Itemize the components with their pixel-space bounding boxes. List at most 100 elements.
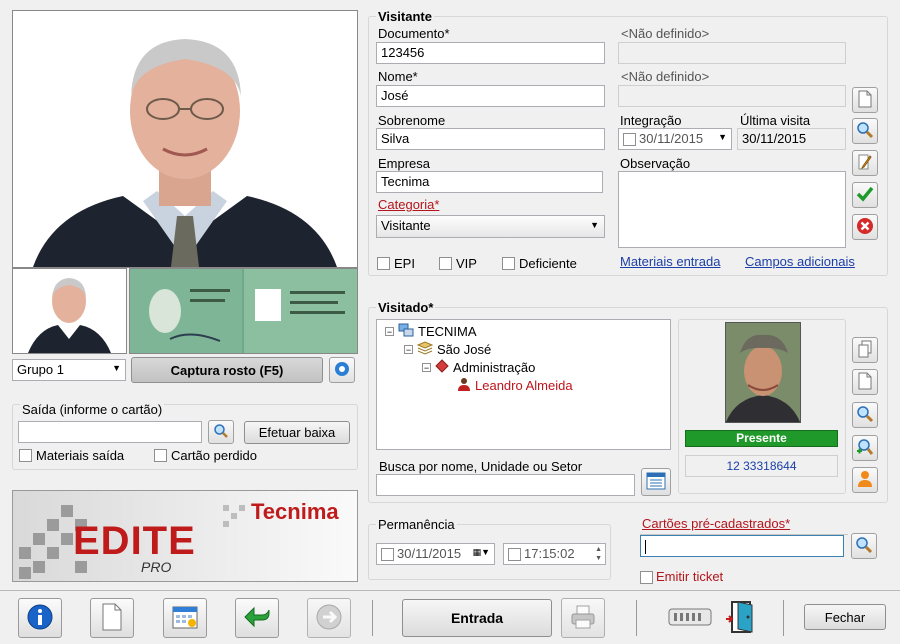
grupo-select[interactable]: Grupo 1 ▼ [12, 359, 126, 381]
nome-type-label: <Não definido> [621, 69, 710, 84]
empresa-input[interactable]: Tecnima [376, 171, 603, 193]
observacao-textarea[interactable] [618, 171, 846, 248]
tree-item-company[interactable]: − TECNIMA [385, 323, 477, 340]
saida-card-input[interactable] [18, 421, 202, 443]
forward-button[interactable] [307, 598, 351, 638]
printer-icon [569, 604, 597, 633]
forward-arrow-icon [315, 603, 343, 634]
stack-icon [416, 341, 434, 358]
permanencia-date[interactable]: 30/11/2015 ▦▼ [376, 543, 495, 565]
chevron-down-icon: ▼ [112, 363, 121, 373]
copy-icon [857, 340, 873, 361]
search-add-visitado-button[interactable] [852, 435, 878, 461]
return-arrow-icon [242, 604, 272, 633]
busca-list-button[interactable] [641, 468, 671, 496]
tree-item-sector[interactable]: − Administração [422, 359, 535, 376]
permanencia-time[interactable]: 17:15:02 ▲ ▼ [503, 543, 606, 565]
visitado-title: Visitado* [376, 300, 436, 315]
visitado-user-button[interactable] [852, 467, 878, 493]
search-visitado-button[interactable] [852, 402, 878, 428]
nome-input[interactable]: José [376, 85, 605, 107]
card-reader-icon[interactable] [668, 606, 712, 628]
documento-input[interactable]: 123456 [376, 42, 605, 64]
logo-product-name: EDITE [73, 519, 196, 563]
documento-type-field [618, 42, 846, 64]
collapse-icon[interactable]: − [422, 363, 431, 373]
new-visitado-button[interactable] [852, 369, 878, 395]
new-entry-button[interactable] [90, 598, 134, 638]
logo-product-sub: PRO [141, 559, 172, 575]
search-visitor-button[interactable] [852, 118, 878, 144]
tree-item-unit[interactable]: − São José [404, 341, 491, 358]
chevron-down-icon: ▼ [590, 220, 599, 230]
info-button[interactable] [18, 598, 62, 638]
entrada-button[interactable]: Entrada [402, 599, 552, 637]
camera-settings-button[interactable] [329, 357, 355, 383]
cartoes-link[interactable]: Cartões pré-cadastrados* [642, 516, 790, 531]
permanencia-time-checkbox[interactable] [508, 548, 521, 561]
busca-input[interactable] [376, 474, 635, 496]
print-button[interactable] [561, 598, 605, 638]
confirm-visitor-button[interactable] [852, 182, 878, 208]
categoria-link[interactable]: Categoria* [378, 197, 439, 212]
epi-checkbox[interactable] [377, 257, 390, 270]
busca-label: Busca por nome, Unidade ou Setor [379, 459, 583, 474]
back-button[interactable] [235, 598, 279, 638]
door-exit-icon[interactable] [724, 599, 760, 635]
person-icon [457, 377, 471, 394]
new-document-icon [857, 90, 873, 111]
magnifier-plus-icon [856, 438, 874, 459]
document-scan-thumbnail[interactable] [129, 268, 358, 354]
visitor-photo [12, 10, 358, 268]
deficiente-checkbox[interactable] [502, 257, 515, 270]
deficiente-label: Deficiente [519, 256, 577, 271]
visited-person-phone: 12 33318644 [685, 455, 838, 477]
vip-checkbox[interactable] [439, 257, 452, 270]
tree-item-person[interactable]: Leandro Almeida [457, 377, 573, 394]
cartao-perdido-checkbox[interactable] [154, 449, 167, 462]
cartoes-input[interactable] [640, 535, 844, 557]
text-cursor [645, 539, 646, 554]
presence-status-badge: Presente [685, 430, 838, 447]
calendar-icon [171, 604, 199, 633]
documento-type-label: <Não definido> [621, 26, 710, 41]
emitir-ticket-checkbox[interactable] [640, 571, 653, 584]
info-icon [26, 603, 54, 634]
sobrenome-input[interactable]: Silva [376, 128, 605, 150]
magnifier-icon [856, 405, 874, 426]
saida-search-button[interactable] [208, 420, 234, 444]
spinner-icon[interactable]: ▲ ▼ [595, 545, 602, 563]
efetuar-baixa-button[interactable]: Efetuar baixa [244, 421, 350, 444]
categoria-select[interactable]: Visitante ▼ [376, 215, 605, 238]
schedule-button[interactable] [163, 598, 207, 638]
permanencia-date-checkbox[interactable] [381, 548, 394, 561]
integracao-label: Integração [620, 113, 682, 128]
toolbar-separator [372, 600, 373, 636]
sobrenome-label: Sobrenome [378, 113, 446, 128]
materiais-entrada-link[interactable]: Materiais entrada [620, 254, 720, 269]
collapse-icon[interactable]: − [404, 345, 413, 355]
edite-pro-logo: EDITE PRO Tecnima [12, 490, 358, 582]
gear-icon [333, 360, 351, 381]
campos-adicionais-link[interactable]: Campos adicionais [745, 254, 855, 269]
logo-company-name: Tecnima [251, 499, 339, 524]
capture-face-button[interactable]: Captura rosto (F5) [131, 357, 323, 383]
ultima-visita-field: 30/11/2015 [737, 128, 846, 150]
copy-visitado-button[interactable] [852, 337, 878, 363]
permanencia-title: Permanência [376, 517, 457, 532]
edit-visitor-button[interactable] [852, 150, 878, 176]
user-icon [856, 470, 874, 491]
visitado-tree[interactable]: − TECNIMA − São José − Administração Lea… [376, 319, 671, 450]
materiais-saida-checkbox[interactable] [19, 449, 32, 462]
collapse-icon[interactable]: − [385, 327, 394, 337]
fechar-button[interactable]: Fechar [804, 604, 886, 630]
toolbar-divider [0, 590, 900, 591]
face-thumbnail[interactable] [12, 268, 127, 354]
integracao-checkbox[interactable] [623, 133, 636, 146]
cartoes-search-button[interactable] [851, 533, 877, 559]
ultima-visita-label: Última visita [740, 113, 811, 128]
integracao-date[interactable]: 30/11/2015 ▼ [618, 128, 732, 150]
new-visitor-button[interactable] [852, 87, 878, 113]
delete-visitor-button[interactable] [852, 214, 878, 240]
visitante-title: Visitante [376, 9, 434, 24]
